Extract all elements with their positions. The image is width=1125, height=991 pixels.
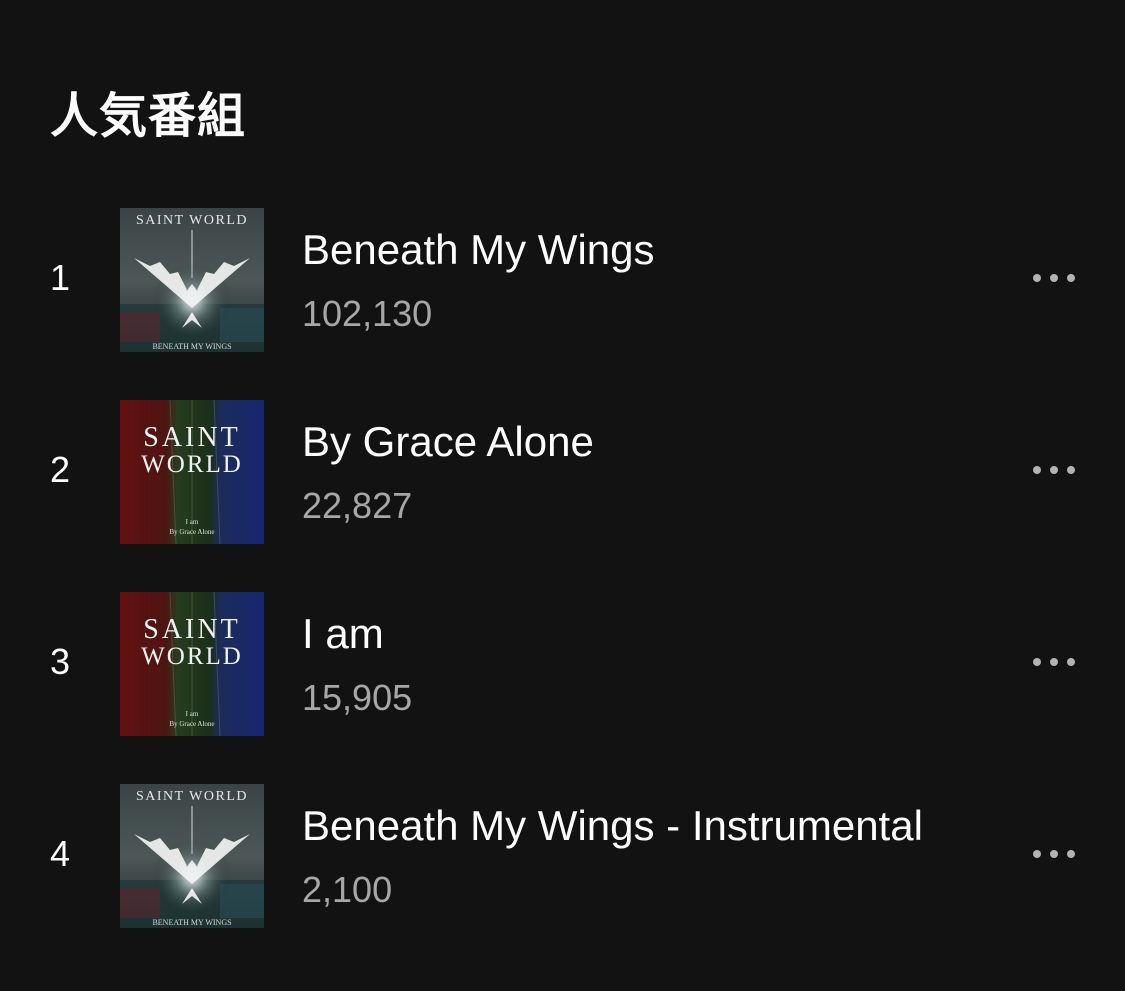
cover-line1: SAINT	[143, 422, 240, 453]
cover-top-text: SAINT WORLD	[136, 213, 248, 228]
cover-caption2: By Grace Alone	[169, 528, 214, 536]
cover-top-text: SAINT WORLD	[136, 789, 248, 804]
more-horizontal-icon	[1067, 274, 1075, 282]
more-horizontal-icon	[1033, 658, 1041, 666]
track-row[interactable]: 3 SAINT WORLD I am By Grace Alone I am 1…	[0, 584, 1125, 744]
play-count: 2,100	[302, 869, 393, 910]
more-options-button[interactable]	[1018, 832, 1090, 876]
cover-bottom-text: BENEATH MY WINGS	[152, 342, 231, 351]
more-horizontal-icon	[1033, 850, 1041, 858]
track-number: 4	[49, 833, 71, 874]
section-title: 人気番組	[50, 88, 247, 144]
cover-caption2: By Grace Alone	[169, 720, 214, 728]
play-count: 15,905	[302, 677, 413, 718]
track-number: 2	[49, 449, 71, 490]
cover-art-wings: SAINT WORLD BENEATH MY WINGS	[120, 208, 264, 352]
cover-line2: WORLD	[141, 643, 243, 670]
more-horizontal-icon	[1067, 466, 1075, 474]
album-cover: SAINT WORLD I am By Grace Alone	[120, 592, 264, 736]
album-cover: SAINT WORLD BENEATH MY WINGS	[120, 784, 264, 928]
more-options-button[interactable]	[1018, 640, 1090, 684]
more-options-button[interactable]	[1018, 256, 1090, 300]
cover-art-wings: SAINT WORLD BENEATH MY WINGS	[120, 784, 264, 928]
more-options-button[interactable]	[1018, 448, 1090, 492]
track-row[interactable]: 1 SAINT WORLD BENEATH MY WINGS Beneath M…	[0, 200, 1125, 360]
cover-caption1: I am	[186, 518, 199, 526]
more-horizontal-icon	[1067, 850, 1075, 858]
more-horizontal-icon	[1050, 466, 1058, 474]
more-horizontal-icon	[1033, 274, 1041, 282]
more-horizontal-icon	[1050, 274, 1058, 282]
track-number: 3	[49, 641, 71, 682]
album-cover: SAINT WORLD I am By Grace Alone	[120, 400, 264, 544]
track-number: 1	[49, 257, 71, 298]
cover-caption1: I am	[186, 710, 199, 718]
more-horizontal-icon	[1050, 658, 1058, 666]
cover-bottom-text: BENEATH MY WINGS	[152, 918, 231, 927]
track-title: By Grace Alone	[302, 418, 594, 465]
track-title: I am	[302, 610, 384, 657]
play-count: 22,827	[302, 485, 413, 526]
more-horizontal-icon	[1067, 658, 1075, 666]
more-horizontal-icon	[1033, 466, 1041, 474]
album-cover: SAINT WORLD BENEATH MY WINGS	[120, 208, 264, 352]
track-title: Beneath My Wings	[302, 226, 655, 273]
track-row[interactable]: 2 SAINT WORLD I am By Grace Alone By Gra…	[0, 392, 1125, 552]
cover-line1: SAINT	[143, 614, 240, 645]
play-count: 102,130	[302, 293, 433, 334]
cover-art-tricolor: SAINT WORLD I am By Grace Alone	[120, 592, 264, 736]
cover-line2: WORLD	[141, 451, 243, 478]
more-horizontal-icon	[1050, 850, 1058, 858]
track-title: Beneath My Wings - Instrumental	[302, 802, 923, 849]
track-row[interactable]: 4 SAINT WORLD BENEATH MY WINGS Beneath M…	[0, 776, 1125, 936]
cover-art-tricolor: SAINT WORLD I am By Grace Alone	[120, 400, 264, 544]
